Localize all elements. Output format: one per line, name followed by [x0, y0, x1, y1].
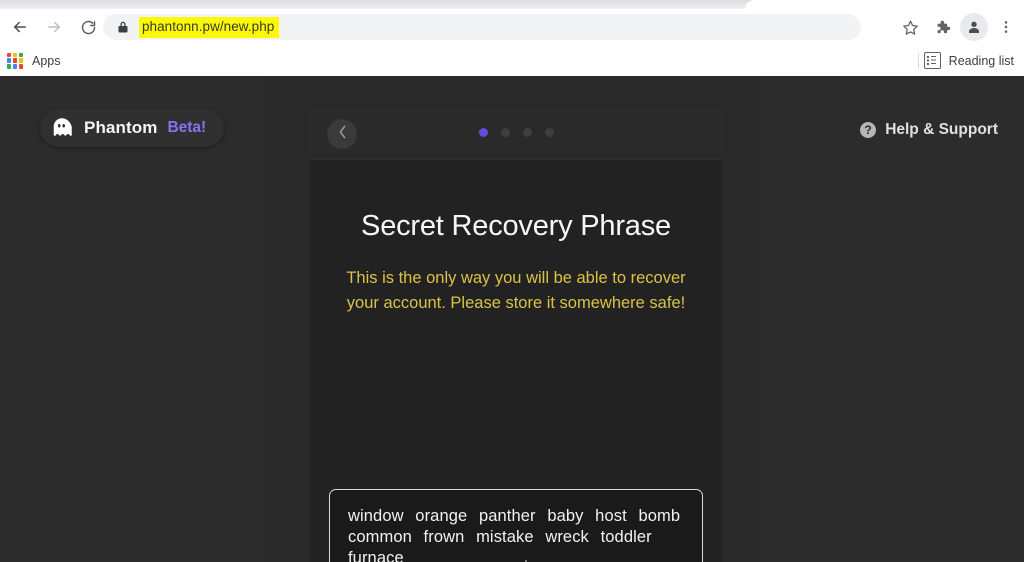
brand-beta-tag: Beta!: [167, 119, 207, 136]
bookmarks-bar: Apps Reading list: [0, 45, 1024, 77]
bookmark-apps[interactable]: Apps: [7, 52, 61, 69]
step-dot-1[interactable]: [478, 128, 488, 137]
address-bar[interactable]: phantonn.pw/new.php: [103, 14, 861, 40]
modal-body: Secret Recovery Phrase This is the only …: [310, 160, 722, 562]
modal-header: [310, 109, 722, 160]
onboarding-modal: Secret Recovery Phrase This is the only …: [310, 109, 722, 562]
browser-chrome: phantonn.pw/new.php Apps Reading list: [0, 0, 1024, 77]
puzzle-piece-icon[interactable]: [928, 13, 956, 41]
apps-label: Apps: [32, 53, 61, 68]
forward-icon[interactable]: [40, 13, 68, 41]
lock-icon[interactable]: [117, 20, 129, 34]
back-icon[interactable]: [6, 13, 34, 41]
reading-list-label: Reading list: [948, 53, 1014, 68]
page-title: Secret Recovery Phrase: [361, 210, 671, 242]
star-icon[interactable]: [896, 13, 924, 41]
reading-list-button[interactable]: Reading list: [923, 52, 1014, 69]
step-indicator: [310, 128, 722, 137]
warning-text: This is the only way you will be able to…: [346, 269, 686, 312]
apps-grid-icon: [7, 52, 23, 69]
three-dot-menu-icon[interactable]: [992, 13, 1020, 41]
active-tab[interactable]: [745, 0, 1024, 9]
reload-icon[interactable]: [74, 13, 102, 41]
ghost-icon: [50, 116, 74, 140]
account-avatar-icon[interactable]: [960, 13, 988, 41]
step-dot-2[interactable]: [500, 128, 510, 137]
step-dot-3[interactable]: [522, 128, 532, 137]
brand-name: Phantom: [84, 118, 158, 137]
tab-strip: [0, 0, 1024, 9]
help-and-support-link[interactable]: ? Help & Support: [860, 121, 998, 139]
seed-phrase-box[interactable]: window orange panther baby host bomb com…: [329, 489, 703, 562]
step-dot-4[interactable]: [544, 128, 554, 137]
seed-phrase-words: window orange panther baby host bomb com…: [348, 507, 681, 562]
question-mark-circle-icon: ?: [860, 122, 877, 138]
url-text[interactable]: phantonn.pw/new.php: [139, 16, 280, 38]
browser-toolbar: phantonn.pw/new.php: [0, 9, 1024, 45]
toolbar-actions: [896, 13, 1020, 41]
reading-list-icon: [923, 52, 941, 69]
phantom-brand-logo[interactable]: Phantom Beta!: [40, 109, 225, 147]
help-and-support-label: Help & Support: [885, 121, 998, 138]
page-content: Phantom Beta! ? Help & Support Secret Re…: [0, 76, 1024, 562]
bookmarkbar-divider: [918, 52, 919, 69]
